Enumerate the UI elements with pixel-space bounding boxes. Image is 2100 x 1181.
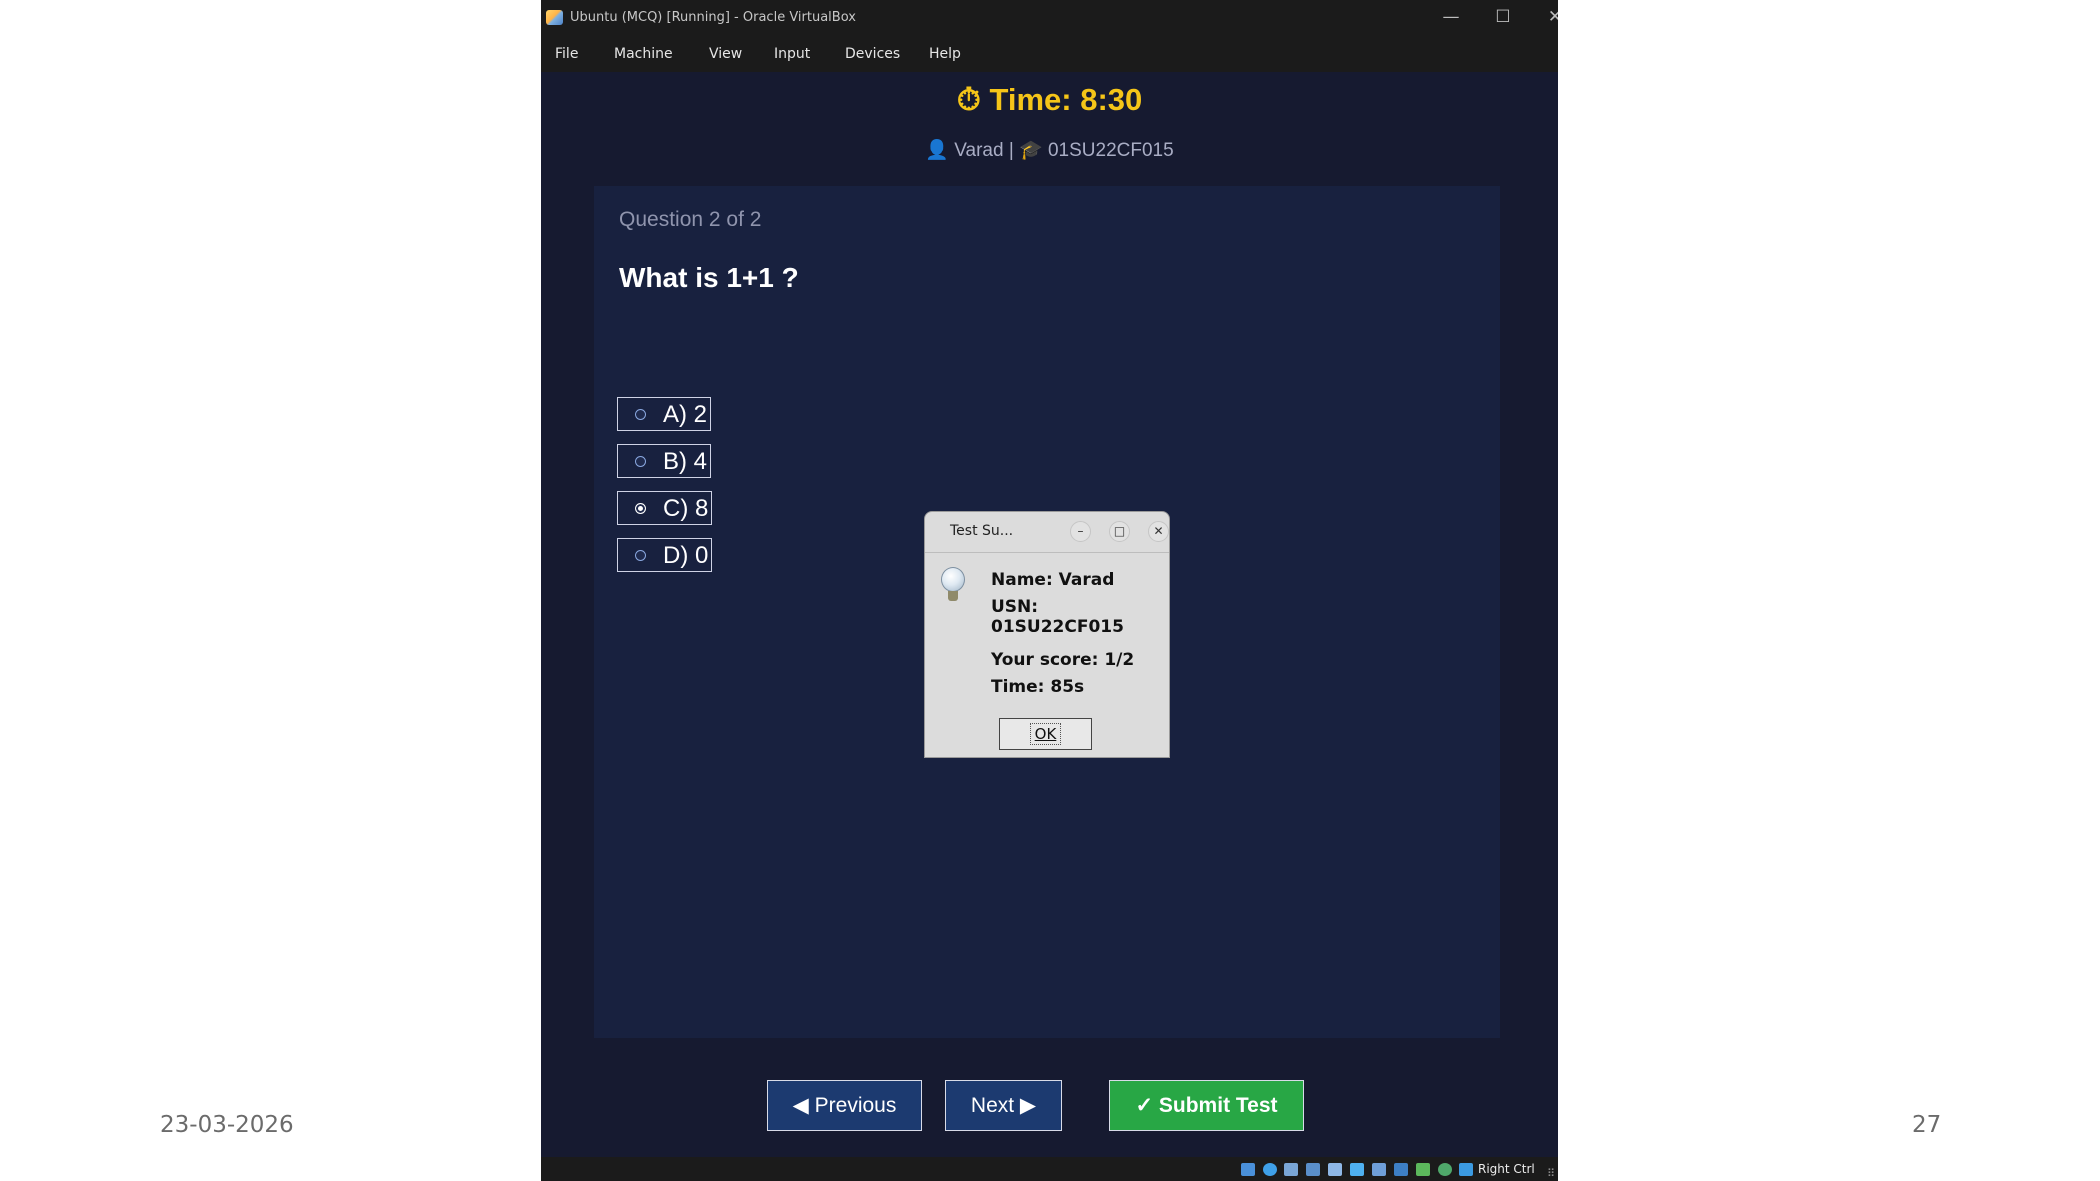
ok-button-label: OK xyxy=(1029,723,1062,745)
optical-drive-icon[interactable] xyxy=(1263,1163,1277,1176)
previous-button[interactable]: ◀ Previous xyxy=(767,1080,922,1131)
ok-button[interactable]: OK xyxy=(999,718,1092,750)
network-icon[interactable] xyxy=(1306,1163,1320,1176)
menu-devices[interactable]: Devices xyxy=(845,46,900,62)
status-bar: Right Ctrl ⠿ xyxy=(541,1157,1558,1181)
dialog-divider xyxy=(925,552,1169,553)
dialog-maximize-button[interactable]: □ xyxy=(1109,521,1130,542)
radio-button-selected[interactable] xyxy=(635,503,646,514)
menu-help[interactable]: Help xyxy=(929,46,961,62)
menu-input[interactable]: Input xyxy=(774,46,810,62)
next-button[interactable]: Next ▶ xyxy=(945,1080,1062,1131)
radio-button[interactable] xyxy=(635,550,646,561)
option-label: B) 4 xyxy=(663,448,708,475)
dialog-minimize-button[interactable]: – xyxy=(1070,521,1091,542)
display-icon[interactable] xyxy=(1372,1163,1386,1176)
result-usn: USN: 01SU22CF015 xyxy=(991,597,1124,637)
option-label: C) 8 xyxy=(663,495,709,522)
result-score: Your score: 1/2 xyxy=(991,650,1135,670)
option-label: A) 2 xyxy=(663,401,708,428)
option-d[interactable]: D) 0 xyxy=(617,538,712,572)
menu-file[interactable]: File xyxy=(555,46,578,62)
audio-icon[interactable] xyxy=(1284,1163,1298,1176)
lightbulb-info-icon xyxy=(941,567,965,605)
slide-page-number: 27 xyxy=(1912,1112,1942,1138)
question-text: What is 1+1 ? xyxy=(619,262,799,293)
keyboard-icon[interactable] xyxy=(1459,1163,1473,1176)
radio-button[interactable] xyxy=(635,456,646,467)
result-time: Time: 85s xyxy=(991,677,1085,697)
radio-button[interactable] xyxy=(635,409,646,420)
menu-view[interactable]: View xyxy=(709,46,742,62)
maximize-button[interactable]: ☐ xyxy=(1481,6,1525,30)
option-b[interactable]: B) 4 xyxy=(617,444,711,478)
slide-date: 23-03-2026 xyxy=(160,1112,294,1138)
timer: ⏱ Time: 8:30 xyxy=(956,82,1143,117)
question-counter: Question 2 of 2 xyxy=(619,208,762,231)
dialog-close-button[interactable]: ✕ xyxy=(1148,521,1169,542)
usb-icon[interactable] xyxy=(1328,1163,1342,1176)
menu-machine[interactable]: Machine xyxy=(614,46,673,62)
option-a[interactable]: A) 2 xyxy=(617,397,711,431)
option-label: D) 0 xyxy=(663,542,709,569)
minimize-button[interactable]: — xyxy=(1429,6,1473,30)
test-submitted-dialog: Test Su... – □ ✕ Name: Varad USN: 01SU22… xyxy=(924,511,1170,758)
cpu-icon[interactable] xyxy=(1416,1163,1430,1176)
shared-folders-icon[interactable] xyxy=(1350,1163,1364,1176)
dialog-title: Test Su... xyxy=(950,523,1014,539)
menu-bar: File Machine View Input Devices Help xyxy=(541,36,1558,72)
user-info: 👤 Varad | 🎓 01SU22CF015 xyxy=(925,140,1174,161)
resize-grip-icon[interactable]: ⠿ xyxy=(1547,1167,1555,1180)
mouse-integration-icon[interactable] xyxy=(1438,1163,1452,1176)
option-c[interactable]: C) 8 xyxy=(617,491,712,525)
recording-icon[interactable] xyxy=(1394,1163,1408,1176)
submit-test-button[interactable]: ✓ Submit Test xyxy=(1109,1080,1304,1131)
close-button[interactable]: ✕ xyxy=(1533,6,1558,30)
window-titlebar[interactable]: Ubuntu (MCQ) [Running] - Oracle VirtualB… xyxy=(541,0,1558,36)
host-key-label: Right Ctrl xyxy=(1478,1162,1535,1176)
window-title: Ubuntu (MCQ) [Running] - Oracle VirtualB… xyxy=(570,10,856,25)
virtualbox-app-icon xyxy=(546,10,563,25)
result-name: Name: Varad xyxy=(991,570,1115,590)
hard-disk-icon[interactable] xyxy=(1241,1163,1255,1176)
